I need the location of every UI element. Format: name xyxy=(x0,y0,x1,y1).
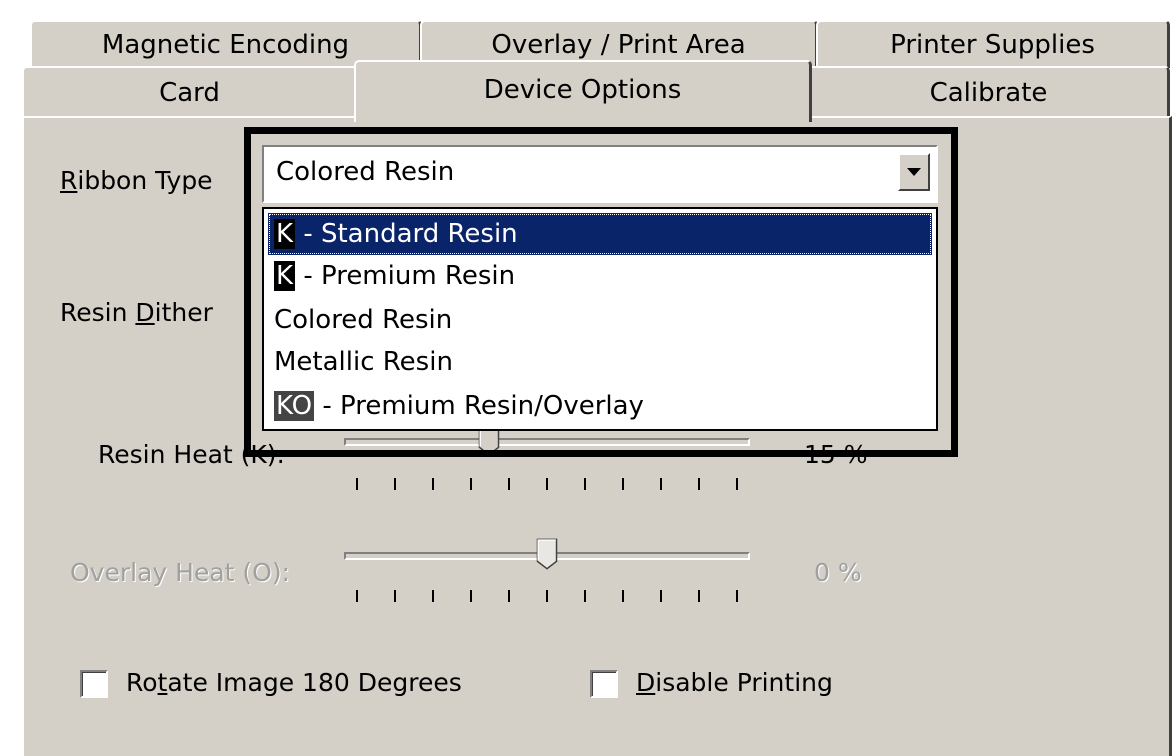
overlay-heat-ticks xyxy=(356,590,746,602)
tab-device-options[interactable]: Device Options xyxy=(354,60,812,122)
ribbon-panel-badge-k: K xyxy=(274,261,296,291)
ribbon-type-label: Ribbon Type xyxy=(60,166,213,195)
resin-dither-label-pre: Resin xyxy=(60,298,136,327)
disable-printing-checkbox[interactable] xyxy=(590,670,618,698)
tick xyxy=(432,590,434,602)
ribbon-panel-badge-ko: KO xyxy=(274,391,315,421)
tick xyxy=(698,590,700,602)
tab-calibrate[interactable]: Calibrate xyxy=(808,66,1170,118)
tick xyxy=(356,478,358,490)
rotate-label-accel: t xyxy=(157,668,168,697)
chevron-down-icon xyxy=(907,168,921,176)
option-text: - Premium Resin/Overlay xyxy=(314,391,644,421)
rotate-image-checkbox[interactable] xyxy=(80,670,108,698)
disable-label-post: isable Printing xyxy=(655,668,833,697)
overlay-heat-value: 0 % xyxy=(814,558,862,587)
tab-printer-supplies[interactable]: Printer Supplies xyxy=(816,20,1170,68)
tick xyxy=(470,590,472,602)
rotate-image-label[interactable]: Rotate Image 180 Degrees xyxy=(126,668,462,697)
option-colored-resin[interactable]: Colored Resin xyxy=(268,299,932,341)
resin-dither-label-post: ither xyxy=(154,298,213,327)
tab-card[interactable]: Card xyxy=(22,66,358,118)
option-k-premium-resin[interactable]: K - Premium Resin xyxy=(268,255,932,297)
resin-dither-label-accel: D xyxy=(135,298,155,327)
resin-heat-slider-track[interactable] xyxy=(344,438,750,446)
resin-heat-label: Resin Heat (K): xyxy=(98,440,285,469)
resin-dither-label: Resin Dither xyxy=(60,298,213,327)
ribbon-type-label-text: ibbon Type xyxy=(77,166,213,195)
tick xyxy=(736,478,738,490)
dropdown-button[interactable] xyxy=(898,153,930,191)
ribbon-type-selected-value: Colored Resin xyxy=(276,157,455,187)
tick xyxy=(622,590,624,602)
tick xyxy=(660,590,662,602)
resin-heat-value: 15 % xyxy=(804,440,868,469)
tick xyxy=(508,478,510,490)
ribbon-type-select[interactable]: Colored Resin xyxy=(262,145,938,203)
option-metallic-resin[interactable]: Metallic Resin xyxy=(268,341,932,383)
tick xyxy=(584,478,586,490)
option-text: Metallic Resin xyxy=(274,347,453,377)
overlay-heat-label: Overlay Heat (O): xyxy=(70,558,290,587)
rotate-label-post: ate Image 180 Degrees xyxy=(167,668,462,697)
device-options-dialog: Magnetic Encoding Overlay / Print Area P… xyxy=(0,0,1174,756)
tick xyxy=(394,478,396,490)
tick xyxy=(508,590,510,602)
option-text: - Premium Resin xyxy=(295,261,516,291)
tick xyxy=(622,478,624,490)
tick xyxy=(660,478,662,490)
tick xyxy=(356,590,358,602)
option-text: Colored Resin xyxy=(274,305,453,335)
tick xyxy=(394,590,396,602)
option-ko-premium-resin-overlay[interactable]: KO - Premium Resin/Overlay xyxy=(268,385,932,427)
option-text: - Standard Resin xyxy=(295,219,518,249)
disable-printing-label[interactable]: Disable Printing xyxy=(636,668,833,697)
disable-label-accel: D xyxy=(636,668,656,697)
ribbon-type-label-accel: R xyxy=(60,166,78,195)
ribbon-type-options-list: K - Standard Resin K - Premium Resin Col… xyxy=(262,207,938,431)
tick xyxy=(432,478,434,490)
tick xyxy=(736,590,738,602)
tick xyxy=(546,478,548,490)
tick xyxy=(470,478,472,490)
overlay-heat-slider-thumb[interactable] xyxy=(536,532,558,576)
rotate-label-pre: Ro xyxy=(126,668,158,697)
tick xyxy=(698,478,700,490)
ribbon-panel-badge-k: K xyxy=(274,219,296,249)
tick xyxy=(546,590,548,602)
resin-heat-ticks xyxy=(356,478,746,490)
option-k-standard-resin[interactable]: K - Standard Resin xyxy=(268,213,932,255)
tick xyxy=(584,590,586,602)
